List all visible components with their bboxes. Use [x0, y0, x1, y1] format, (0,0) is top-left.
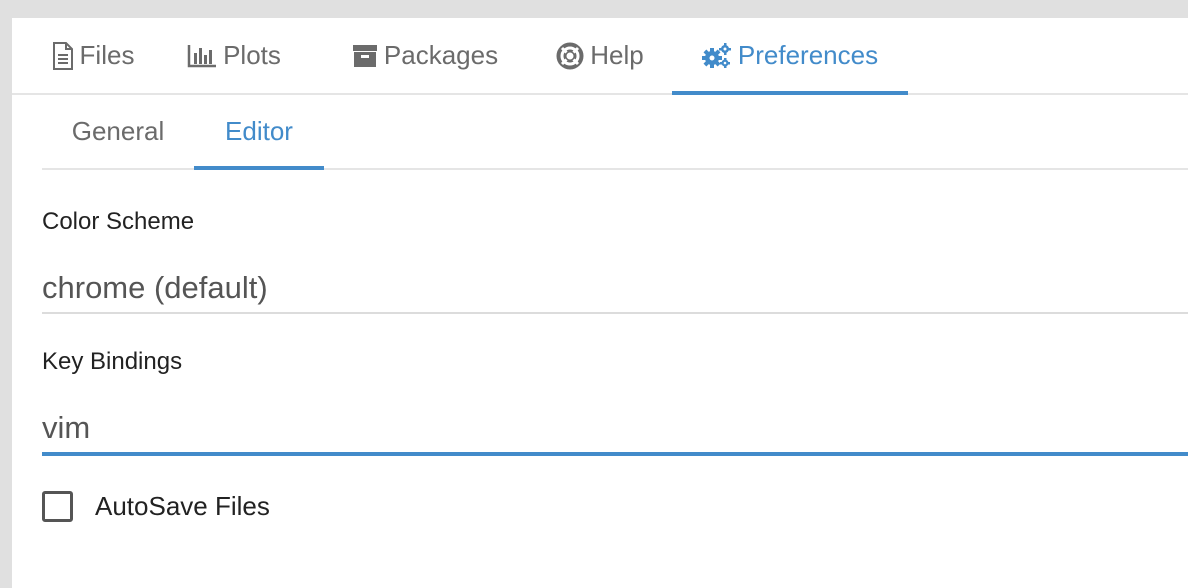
tab-help[interactable]: Help: [544, 18, 656, 93]
life-ring-icon: [556, 42, 584, 70]
autosave-checkbox[interactable]: [42, 491, 73, 522]
archive-icon: [352, 43, 378, 69]
preferences-panel: Files Plots Packages Help Preferences Ge…: [12, 18, 1188, 588]
tab-files-label: Files: [79, 40, 135, 70]
preferences-sub-tabs: General Editor: [42, 95, 1188, 170]
color-scheme-select[interactable]: chrome (default): [42, 268, 1188, 314]
tab-general[interactable]: General: [42, 95, 194, 168]
key-bindings-label: Key Bindings: [42, 348, 183, 375]
tab-help-label: Help: [590, 40, 644, 70]
tab-packages-label: Packages: [383, 40, 499, 70]
gears-icon: [701, 42, 732, 69]
tab-preferences[interactable]: Preferences: [672, 18, 908, 95]
tab-plots-label: Plots: [223, 40, 281, 70]
top-tab-bar: Files Plots Packages Help Preferences: [12, 18, 1188, 95]
file-icon: [52, 41, 74, 70]
key-bindings-select[interactable]: vim: [42, 408, 1188, 456]
tab-editor[interactable]: Editor: [194, 95, 324, 170]
tab-plots[interactable]: Plots: [172, 18, 296, 93]
tab-general-label: General: [71, 116, 165, 146]
color-scheme-label: Color Scheme: [42, 208, 195, 235]
autosave-row[interactable]: AutoSave Files: [42, 491, 270, 522]
tab-preferences-label: Preferences: [737, 40, 879, 70]
tab-files[interactable]: Files: [30, 18, 156, 93]
tab-packages[interactable]: Packages: [330, 18, 520, 93]
tab-editor-label: Editor: [225, 116, 293, 146]
autosave-label: AutoSave Files: [95, 491, 270, 521]
bar-chart-icon: [187, 44, 217, 68]
